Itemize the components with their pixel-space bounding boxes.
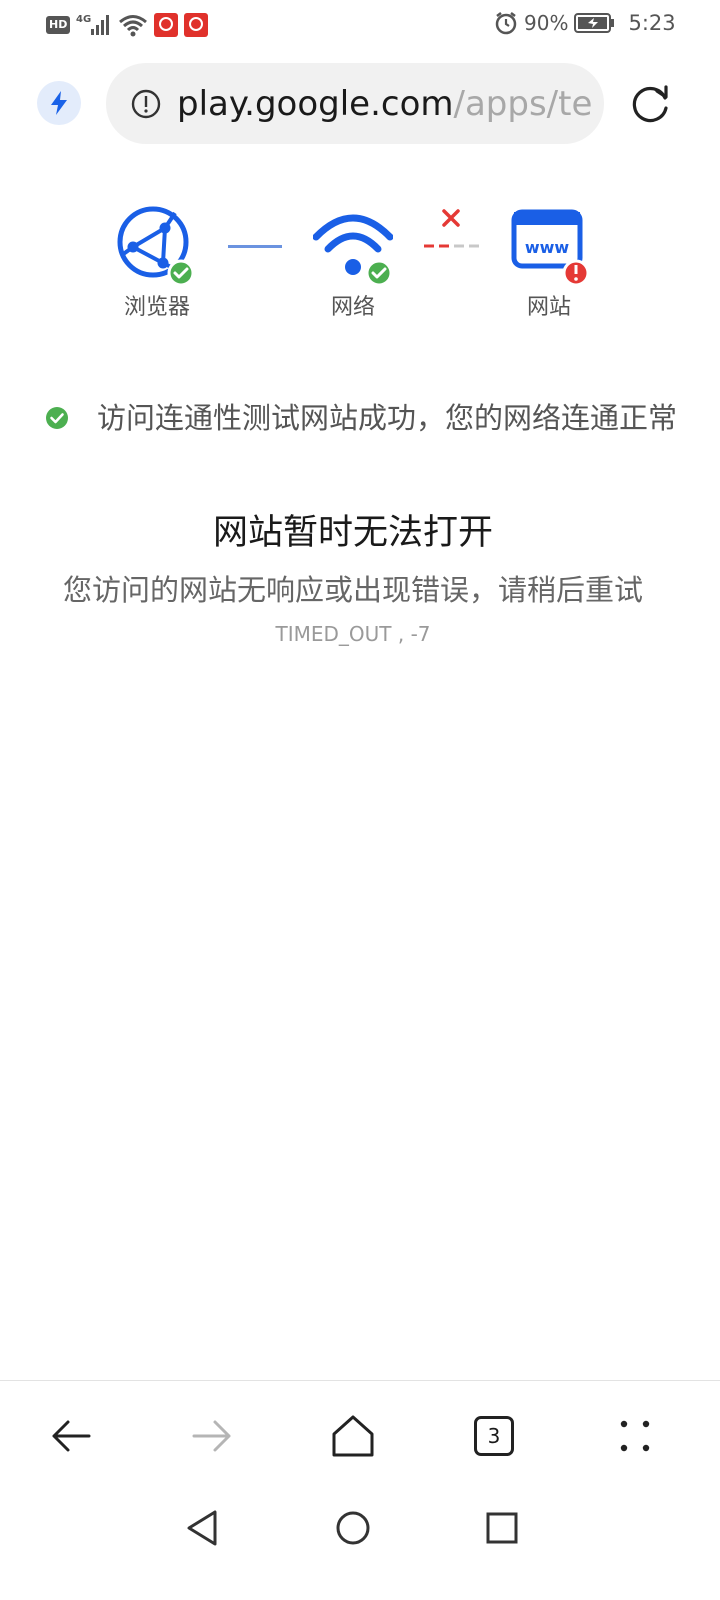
diag-step-browser: 浏览器 [97, 195, 217, 323]
error-subtitle: 您访问的网站无响应或出现错误，请稍后重试 [62, 573, 643, 607]
diag-label-website: 网站 [526, 295, 571, 320]
forward-button[interactable] [184, 1408, 240, 1464]
toolbar-divider [0, 1380, 720, 1381]
address-bar[interactable]: play.google.com/apps/tes [106, 63, 604, 144]
reload-button[interactable] [626, 79, 676, 129]
forward-arrow-icon [192, 1420, 231, 1452]
nav-recents-icon [486, 1512, 518, 1544]
connectivity-text: 访问连通性测试网站成功，您的网络连通正常 [96, 401, 677, 435]
clock: 5:23 [628, 11, 676, 35]
url-path: /apps/tes [453, 84, 592, 124]
nav-home-icon [336, 1511, 370, 1545]
diag-step-network: 网络 [293, 195, 413, 323]
diag-label-network: 网络 [330, 295, 375, 320]
info-icon[interactable] [130, 88, 162, 120]
nav-home-button[interactable] [329, 1504, 377, 1552]
speed-mode-button[interactable] [37, 81, 81, 125]
browser-icon [117, 206, 195, 285]
url-text[interactable]: play.google.com/apps/tes [177, 81, 591, 127]
nav-recents-button[interactable] [478, 1504, 526, 1552]
wifi-icon [313, 214, 393, 285]
speed-mode-icon [51, 91, 67, 115]
home-icon [332, 1415, 374, 1457]
network-type-label: 4G [76, 14, 91, 25]
reload-icon [632, 85, 668, 123]
hd-icon: HD [46, 16, 71, 34]
battery-percent: 90% [524, 11, 569, 35]
back-arrow-icon [52, 1420, 91, 1452]
nav-back-button[interactable] [179, 1504, 227, 1552]
home-button[interactable] [325, 1408, 381, 1464]
notification-icon [154, 13, 179, 37]
signal-icon: 4G [76, 14, 110, 35]
status-right-icons: 90% 5:23 [494, 11, 676, 35]
connector-broken [424, 209, 479, 248]
website-icon: www [511, 209, 589, 285]
diag-step-website: www 网站 [489, 195, 609, 323]
check-circle-icon [46, 407, 68, 429]
connector-ok [228, 245, 282, 248]
wifi-icon [119, 15, 148, 37]
alarm-icon [495, 12, 517, 35]
menu-dots-icon [620, 1420, 650, 1452]
error-code: TIMED_OUT , -7 [275, 622, 431, 646]
tab-count: 3 [487, 1424, 501, 1448]
error-title: 网站暂时无法打开 [212, 513, 493, 553]
status-left-icons: HD 4G [46, 10, 209, 40]
battery-icon [574, 13, 615, 33]
back-button[interactable] [43, 1408, 99, 1464]
nav-back-icon [187, 1510, 217, 1546]
status-bar: HD 4G 90% 5:23 [0, 0, 720, 50]
url-domain: play.google.com [177, 84, 454, 124]
diag-label-browser: 浏览器 [123, 295, 190, 320]
notification-icon [184, 13, 209, 37]
tabs-button[interactable]: 3 [466, 1408, 522, 1464]
svg-text:www: www [525, 238, 570, 257]
menu-button[interactable] [607, 1408, 663, 1464]
tabs-icon: 3 [474, 1416, 514, 1456]
